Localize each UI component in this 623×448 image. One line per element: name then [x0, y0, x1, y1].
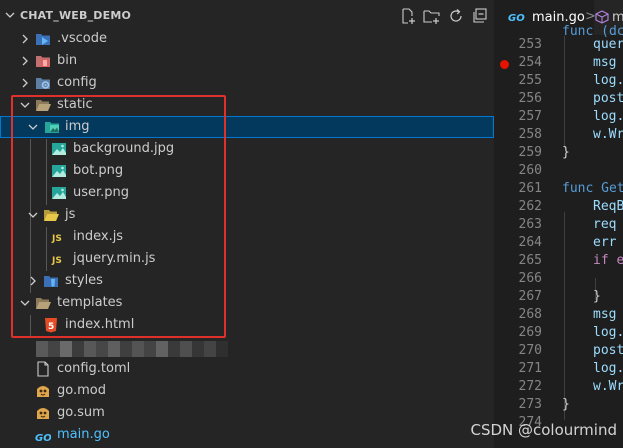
chevron-right-icon: [22, 56, 28, 66]
code-line: log.: [593, 361, 623, 376]
tree-item-go-mod[interactable]: go.mod: [0, 380, 494, 402]
code-line: err: [593, 235, 623, 250]
config-folder-icon: [36, 78, 50, 89]
line-number: 263: [518, 217, 542, 232]
code-line: log.: [593, 73, 623, 88]
cube-icon: [595, 10, 609, 24]
tree-item-bin[interactable]: bin: [0, 50, 494, 72]
chevron-down-icon[interactable]: [3, 8, 17, 22]
line-number: 272: [518, 379, 542, 394]
redacted-item: [36, 341, 228, 357]
tree-item-label: main.go: [57, 427, 110, 442]
go-mod-icon: [37, 386, 49, 397]
line-number: 254: [518, 55, 542, 70]
chevron-right-icon: [22, 34, 28, 44]
line-number: 258: [518, 127, 542, 142]
code-line: }: [562, 145, 570, 160]
line-number: 257: [518, 109, 542, 124]
code-line: post: [593, 91, 623, 106]
new-folder-icon[interactable]: [423, 7, 441, 25]
go-file-icon: GO: [35, 433, 51, 444]
collapse-all-icon[interactable]: [471, 7, 489, 25]
tab-label: main.go: [532, 10, 585, 25]
svg-text:GO: GO: [35, 433, 51, 444]
explorer-panel: CHAT_WEB_DEMO .vscode bin config static …: [0, 0, 494, 448]
code-line: quer: [593, 37, 623, 52]
line-number: 253: [518, 37, 542, 52]
new-file-icon[interactable]: [399, 7, 417, 25]
chevron-right-icon: [22, 78, 28, 88]
tree-item-label: bin: [57, 53, 78, 68]
tree-item-label: config.toml: [57, 361, 131, 376]
code-line: if e: [593, 253, 623, 268]
tree-item-vscode[interactable]: .vscode: [0, 28, 494, 50]
go-mod-icon: [37, 408, 49, 419]
line-number: 260: [518, 163, 542, 178]
tree-item-label: .vscode: [57, 31, 107, 46]
refresh-icon[interactable]: [447, 7, 465, 25]
highlight-box: [11, 95, 226, 338]
code-line: ReqB: [593, 199, 623, 214]
tree-item-label: go.mod: [57, 383, 106, 398]
code-line: msg: [593, 55, 623, 70]
code-line: w.Wr: [593, 379, 623, 394]
line-number: 267: [518, 289, 542, 304]
code-line: w.Wr: [593, 127, 623, 142]
line-number: 266: [518, 271, 542, 286]
line-number: 262: [518, 199, 542, 214]
line-number: 256: [518, 91, 542, 106]
tree-item-config[interactable]: config: [0, 72, 494, 94]
indent-guide: [564, 36, 565, 148]
line-number: 268: [518, 307, 542, 322]
tree-item-go-sum[interactable]: go.sum: [0, 402, 494, 424]
code-line: req: [593, 217, 623, 232]
vscode-folder-icon: [36, 34, 50, 45]
watermark: CSDN @colourmind: [470, 421, 617, 439]
file-icon: [37, 361, 49, 377]
tree-item-main-go[interactable]: GO main.go: [0, 424, 494, 446]
code-line: msg: [593, 307, 623, 322]
line-number: 255: [518, 73, 542, 88]
line-number: 271: [518, 361, 542, 376]
line-number: 273: [518, 397, 542, 412]
tree-item-label: go.sum: [57, 405, 105, 420]
tree-item-config-toml[interactable]: config.toml: [0, 358, 494, 380]
bin-folder-icon: [36, 56, 50, 67]
line-number: 270: [518, 343, 542, 358]
indent-guide: [564, 212, 565, 420]
code-line: func Get: [562, 181, 623, 196]
go-file-icon: GO: [508, 13, 525, 23]
line-number: 264: [518, 235, 542, 250]
tree-item-label: config: [57, 75, 97, 90]
project-title[interactable]: CHAT_WEB_DEMO: [20, 9, 131, 22]
code-line: post: [593, 343, 623, 358]
code-line: }: [562, 397, 570, 412]
svg-text:GO: GO: [508, 13, 525, 23]
code-line: log.: [593, 325, 623, 340]
code-line: log.: [593, 109, 623, 124]
line-number: 269: [518, 325, 542, 340]
line-number: 261: [518, 181, 542, 196]
line-number: 265: [518, 253, 542, 268]
code-line: }: [593, 289, 601, 304]
breadcrumb-symbol[interactable]: m: [612, 10, 623, 25]
line-number: 259: [518, 145, 542, 160]
editor-panel: GO main.go > m func (dc 253 254 255 256 …: [494, 0, 623, 448]
